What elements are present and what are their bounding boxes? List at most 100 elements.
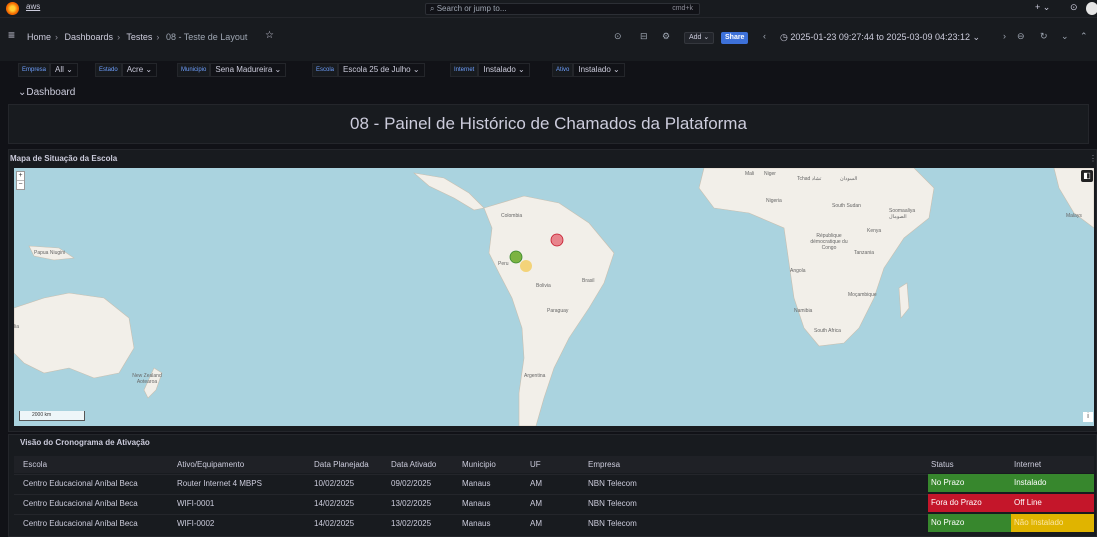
col-header-data-ativado[interactable]: Data Ativado — [391, 460, 436, 469]
cell-uf: AM — [530, 479, 542, 488]
var-internet[interactable]: Internet Instalado ⌄ — [450, 63, 530, 77]
clock-icon: ◷ — [780, 32, 791, 42]
map-label-tanzania: Tanzania — [854, 250, 875, 256]
cell-escola: Centro Educacional Aníbal Beca — [23, 499, 138, 508]
row-header[interactable]: ⌄Dashboard — [18, 87, 75, 98]
insights-icon[interactable]: ⊙ — [614, 31, 622, 42]
breadcrumb: Home › Dashboards › Testes › 08 - Teste de … — [27, 32, 248, 42]
table-panel-title[interactable]: Visão do Cronograma de Ativação — [20, 438, 150, 447]
map-label-mali: Mali — [745, 171, 755, 177]
search-placeholder: Search or jump to... — [436, 4, 507, 13]
cell-uf: AM — [530, 519, 542, 528]
cell-empresa: NBN Telecom — [588, 479, 637, 488]
save-icon[interactable]: ⊟ — [640, 31, 648, 42]
map-label-brasil: Brasil — [582, 278, 595, 284]
cell-ativo: WIFI-0001 — [177, 499, 215, 508]
map-label-peru: Peru — [498, 261, 509, 267]
layers-icon[interactable]: ◧ — [1081, 170, 1093, 182]
breadcrumb-folder[interactable]: Testes — [126, 32, 152, 42]
time-forward-icon[interactable]: › — [1003, 31, 1006, 41]
time-back-icon[interactable]: ‹ — [763, 31, 766, 41]
map-label-nigeria: Nigeria — [766, 198, 782, 204]
map-label-kenya: Kenya — [867, 228, 882, 234]
map-label-papua: Papua Niugini — [34, 250, 66, 256]
map-label-colombia: Colombia — [501, 213, 523, 219]
cell-escola: Centro Educacional Aníbal Beca — [23, 519, 138, 528]
map-label-lia: lia — [14, 324, 20, 330]
var-municipio[interactable]: Municipio Sena Madureira ⌄ — [177, 63, 287, 77]
cell-data-planejada: 10/02/2025 — [314, 479, 355, 488]
cell-uf: AM — [530, 499, 542, 508]
var-ativo[interactable]: Ativo Instalado ⌄ — [552, 63, 625, 77]
map-label-south-africa: South Africa — [814, 328, 841, 334]
map-label-namibia: Namibia — [794, 308, 813, 314]
cell-ativo: Router Internet 4 MBPS — [177, 479, 262, 488]
help-icon[interactable]: ⊙ — [1070, 2, 1078, 13]
col-header-status[interactable]: Status — [931, 460, 954, 469]
add-button[interactable]: Add ⌄ — [684, 32, 715, 44]
new-button[interactable]: + ⌄ — [1035, 2, 1050, 13]
map-label-sudan: السودان — [840, 176, 858, 182]
zoom-out-button[interactable]: − — [17, 180, 24, 189]
cell-data-ativado: 13/02/2025 — [391, 519, 432, 528]
search-input[interactable]: ⌕ Search or jump to... cmd+k — [425, 3, 700, 15]
map-label-mocambique: Moçambique — [848, 292, 877, 298]
title-panel: 08 - Painel de Histórico de Chamados da … — [8, 104, 1089, 144]
attribution-icon[interactable]: i — [1083, 412, 1093, 422]
col-header-uf[interactable]: UF — [530, 460, 541, 469]
panel-menu-icon[interactable]: ⋮ — [1089, 154, 1097, 163]
cell-data-planejada: 14/02/2025 — [314, 519, 355, 528]
map-marker-green[interactable] — [509, 250, 523, 264]
collapse-icon[interactable]: ⌃ — [1080, 31, 1088, 42]
breadcrumb-home[interactable]: Home — [27, 32, 51, 42]
col-header-data-planejada[interactable]: Data Planejada — [314, 460, 369, 469]
map-label-angola: Angola — [790, 268, 806, 274]
refresh-icon[interactable]: ↻ — [1040, 31, 1048, 42]
var-empresa[interactable]: Empresa All ⌄ — [18, 63, 78, 77]
breadcrumb-dashboards[interactable]: Dashboards — [65, 32, 114, 42]
cell-municipio: Manaus — [462, 519, 491, 528]
cell-municipio: Manaus — [462, 479, 491, 488]
internet-badge: Off Line — [1011, 494, 1094, 512]
time-range-picker[interactable]: ◷ 2025-01-23 09:27:44 to 2025-03-09 04:2… — [780, 32, 980, 43]
map-panel-title[interactable]: Mapa de Situação da Escola — [10, 154, 117, 163]
internet-badge: Instalado — [1011, 474, 1094, 492]
map-label-argentina: Argentina — [524, 373, 546, 379]
var-escola[interactable]: Escola Escola 25 de Julho ⌄ — [312, 63, 425, 77]
map-label-bolivia: Bolivia — [536, 283, 551, 289]
zoom-in-button[interactable]: + — [17, 172, 24, 180]
cell-data-ativado: 13/02/2025 — [391, 499, 432, 508]
map-marker-yellow[interactable] — [520, 260, 532, 272]
col-header-municipio[interactable]: Municipio — [462, 460, 496, 469]
cell-escola: Centro Educacional Aníbal Beca — [23, 479, 138, 488]
cell-empresa: NBN Telecom — [588, 519, 637, 528]
map-label-south-sudan: South Sudan — [832, 203, 861, 209]
avatar[interactable] — [1086, 2, 1097, 15]
settings-icon[interactable]: ⚙ — [662, 31, 670, 42]
map-marker-red[interactable] — [550, 233, 564, 247]
map-zoom-control: + − — [16, 171, 25, 190]
org-switcher[interactable]: aws — [26, 2, 40, 11]
cell-data-ativado: 09/02/2025 — [391, 479, 432, 488]
map-label-malaysia: Malays — [1066, 213, 1082, 219]
col-header-ativo[interactable]: Ativo/Equipamento — [177, 460, 244, 469]
status-badge: No Prazo — [928, 514, 1011, 532]
col-header-empresa[interactable]: Empresa — [588, 460, 620, 469]
var-estado[interactable]: Estado Acre ⌄ — [95, 63, 158, 77]
map-canvas — [14, 168, 1094, 426]
status-badge: Fora do Prazo — [928, 494, 1011, 512]
star-icon[interactable]: ☆ — [265, 30, 274, 41]
share-button[interactable]: Share — [721, 32, 749, 44]
map-label-rdc: République démocratique du Congo — [810, 233, 848, 251]
world-map[interactable]: Colombia Peru Brasil Bolivia Paraguay Ar… — [14, 168, 1094, 426]
zoom-out-icon[interactable]: ⊖ — [1017, 31, 1025, 42]
grafana-logo-icon[interactable] — [6, 2, 19, 15]
refresh-interval-icon[interactable]: ⌄ — [1061, 31, 1069, 42]
top-bar: aws ⌕ Search or jump to... cmd+k + ⌄ ⊙ — [0, 0, 1097, 18]
page-title: 08 - Painel de Histórico de Chamados da … — [350, 114, 747, 133]
menu-icon[interactable]: ≡ — [8, 28, 15, 42]
col-header-internet[interactable]: Internet — [1014, 460, 1041, 469]
map-label-paraguay: Paraguay — [547, 308, 569, 314]
col-header-escola[interactable]: Escola — [23, 460, 47, 469]
cell-empresa: NBN Telecom — [588, 499, 637, 508]
